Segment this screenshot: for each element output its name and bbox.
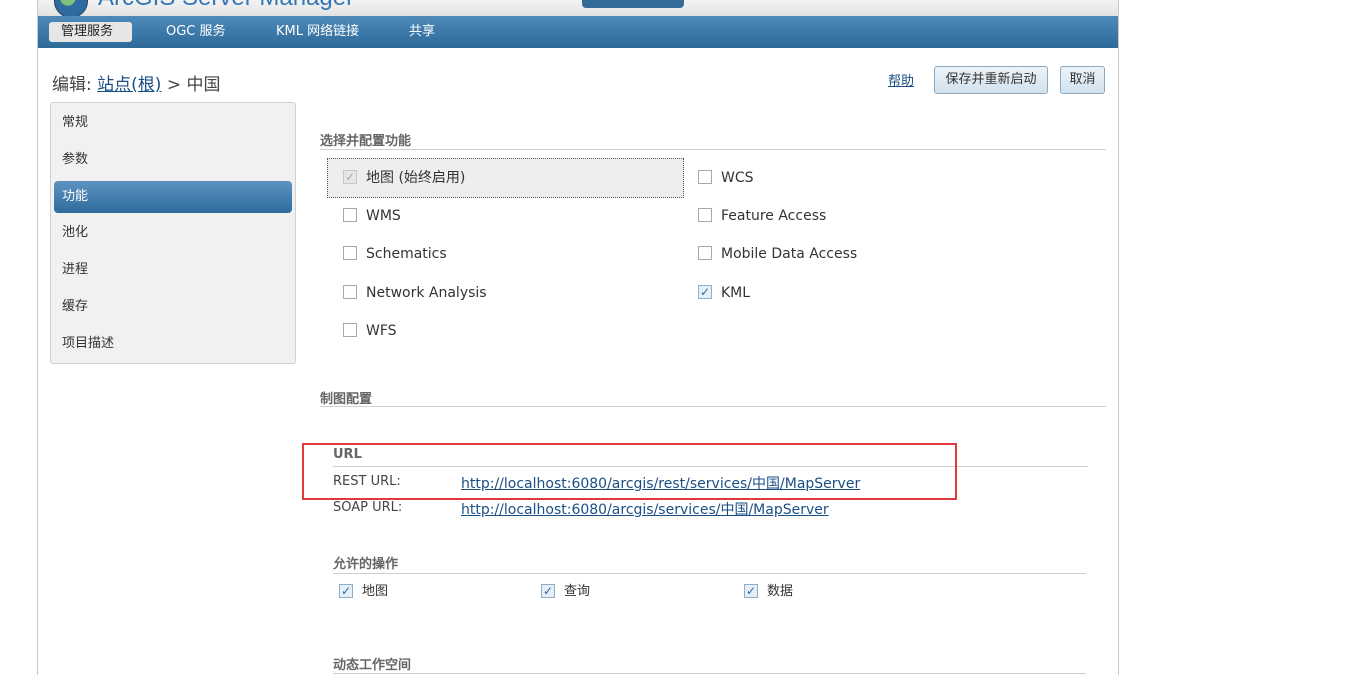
capability-map-label: 地图 (始终启用) <box>366 170 466 186</box>
capability-wcs-checkbox[interactable] <box>698 170 712 184</box>
capability-kml-label: KML <box>721 285 751 301</box>
operation-data-label: 数据 <box>767 584 794 599</box>
app-window: ArcGIS Server Manager 管理服务 OGC 服务 KML 网络… <box>37 0 1119 675</box>
sidebar: 常规 参数 功能 池化 进程 缓存 项目描述 <box>50 102 296 364</box>
capability-wcs-label: WCS <box>721 170 754 186</box>
capability-network-analysis[interactable]: Network Analysis <box>343 283 487 303</box>
capability-wfs[interactable]: WFS <box>343 321 397 341</box>
app-title: ArcGIS Server Manager <box>98 0 354 12</box>
edit-prefix: 编辑: <box>52 75 92 95</box>
app-header: ArcGIS Server Manager <box>38 0 1118 16</box>
capabilities-section-title: 选择并配置功能 <box>320 134 412 149</box>
mapping-divider <box>320 406 1106 407</box>
operation-map-checkbox[interactable]: ✓ <box>339 583 353 598</box>
capability-schematics-checkbox[interactable] <box>343 246 357 260</box>
sidebar-item-pooling[interactable]: 池化 <box>54 217 292 249</box>
capability-kml-checkbox[interactable]: ✓ <box>698 285 712 299</box>
breadcrumb-separator: > <box>166 75 182 95</box>
sidebar-item-capabilities[interactable]: 功能 <box>54 181 292 213</box>
capability-mobile-data-access[interactable]: Mobile Data Access <box>698 244 857 264</box>
capabilities-divider <box>320 149 1106 150</box>
header-button[interactable] <box>582 0 684 8</box>
sidebar-item-caching[interactable]: 缓存 <box>54 291 292 323</box>
rest-url-highlight-box <box>302 443 957 500</box>
dynamic-workspace-section-title: 动态工作空间 <box>333 658 412 673</box>
capability-mobile-data-access-checkbox[interactable] <box>698 246 712 260</box>
capability-map-checkbox[interactable]: ✓ <box>343 170 357 184</box>
capability-wfs-checkbox[interactable] <box>343 323 357 337</box>
workspace-divider <box>333 673 1086 674</box>
capability-wfs-label: WFS <box>366 323 397 339</box>
sidebar-item-processes[interactable]: 进程 <box>54 254 292 286</box>
capability-wcs[interactable]: WCS <box>698 168 754 188</box>
capability-network-analysis-label: Network Analysis <box>366 285 487 301</box>
operations-divider <box>333 573 1086 574</box>
operation-query-checkbox[interactable]: ✓ <box>541 583 555 598</box>
capability-schematics-label: Schematics <box>366 246 447 262</box>
operation-query[interactable]: ✓ 查询 <box>541 580 590 599</box>
capability-schematics[interactable]: Schematics <box>343 244 447 264</box>
breadcrumb: 编辑: 站点(根) > 中国 <box>52 70 220 95</box>
nav-sharing[interactable]: 共享 <box>409 22 435 42</box>
operations-section-title: 允许的操作 <box>333 557 399 572</box>
sidebar-item-parameters[interactable]: 参数 <box>54 144 292 176</box>
nav-kml-network-links[interactable]: KML 网络链接 <box>276 22 359 42</box>
soap-url-link[interactable]: http://localhost:6080/arcgis/services/中国… <box>461 499 829 519</box>
capability-map[interactable]: ✓ 地图 (始终启用) <box>343 168 465 188</box>
breadcrumb-current: 中国 <box>186 75 221 95</box>
sidebar-item-general[interactable]: 常规 <box>54 107 292 139</box>
nav-ogc-services[interactable]: OGC 服务 <box>166 22 226 42</box>
save-and-restart-button[interactable]: 保存并重新启动 <box>934 66 1048 94</box>
mapping-section-title: 制图配置 <box>320 392 373 407</box>
capability-kml[interactable]: ✓ KML <box>698 283 750 303</box>
capability-wms-checkbox[interactable] <box>343 208 357 222</box>
capability-mobile-data-access-label: Mobile Data Access <box>721 246 858 262</box>
help-link[interactable]: 帮助 <box>888 70 914 89</box>
capability-feature-access-checkbox[interactable] <box>698 208 712 222</box>
capability-network-analysis-checkbox[interactable] <box>343 285 357 299</box>
top-nav: 管理服务 OGC 服务 KML 网络链接 共享 <box>38 16 1118 48</box>
capability-feature-access-label: Feature Access <box>721 208 827 224</box>
operation-map-label: 地图 <box>362 584 389 599</box>
sidebar-item-item-description[interactable]: 项目描述 <box>54 328 292 360</box>
capability-wms-label: WMS <box>366 208 401 224</box>
operation-data-checkbox[interactable]: ✓ <box>744 583 758 598</box>
capability-wms[interactable]: WMS <box>343 206 401 226</box>
capability-feature-access[interactable]: Feature Access <box>698 206 826 226</box>
breadcrumb-root-link[interactable]: 站点(根) <box>97 75 161 95</box>
nav-manage-services[interactable]: 管理服务 <box>49 22 132 42</box>
operation-data[interactable]: ✓ 数据 <box>744 580 793 599</box>
cancel-button[interactable]: 取消 <box>1060 66 1105 94</box>
operation-map[interactable]: ✓ 地图 <box>339 580 388 599</box>
soap-url-label: SOAP URL: <box>333 500 403 515</box>
globe-logo-icon <box>54 0 88 16</box>
operation-query-label: 查询 <box>564 584 591 599</box>
